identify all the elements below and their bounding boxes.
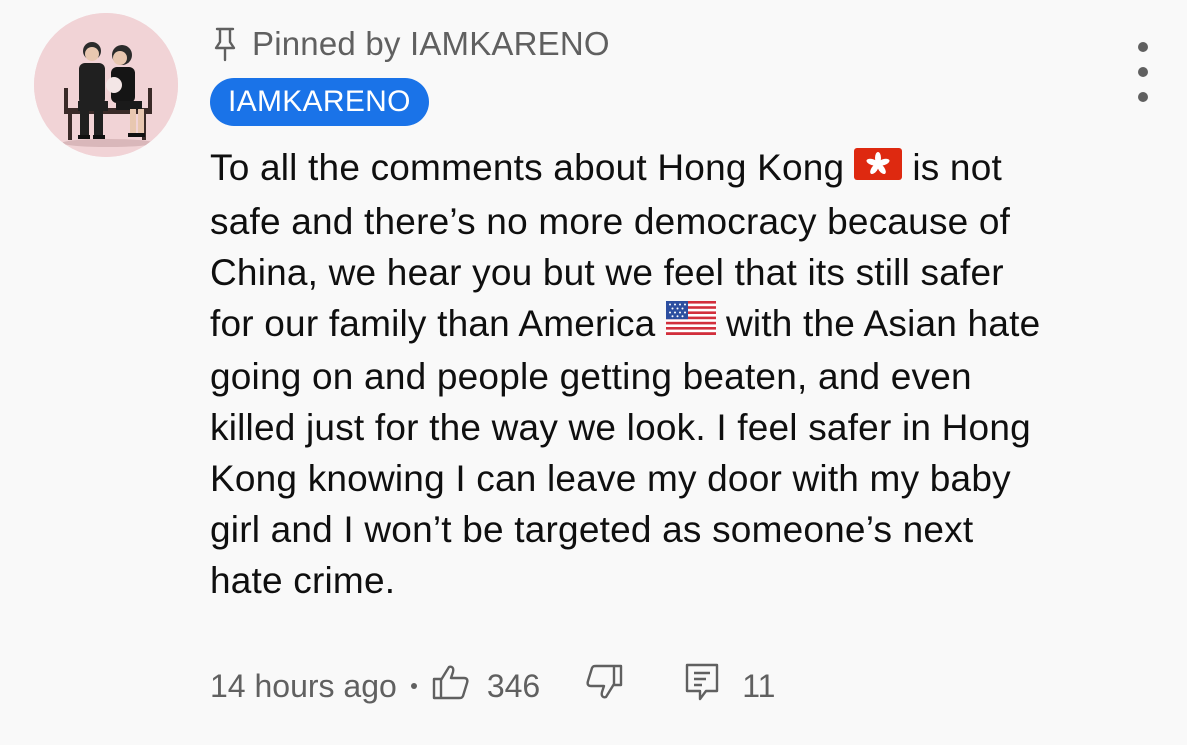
menu-dot [1138, 92, 1148, 102]
menu-dot [1138, 42, 1148, 52]
comment-text: To all the comments about Hong Kong is no… [210, 142, 1050, 606]
pinned-indicator: Pinned by IAMKARENO [210, 22, 1110, 66]
comment-text-part-1: To all the comments about Hong Kong [210, 147, 845, 188]
us-flag-icon [665, 297, 716, 348]
like-count: 346 [486, 667, 541, 704]
more-vertical-icon[interactable] [1128, 42, 1158, 102]
comment-text-part-3: with the Asian hate going on and people … [210, 302, 1041, 602]
thumbs-down-icon [584, 663, 624, 709]
comment-body: Pinned by IAMKARENO IAMKARENO To all the… [210, 22, 1110, 606]
comment-timestamp: 14 hours ago [210, 667, 397, 704]
dislike-button[interactable] [584, 663, 624, 709]
reply-icon [684, 662, 720, 710]
hong-kong-flag-icon [854, 142, 903, 193]
comment-actions: 14 hours ago 346 11 [210, 662, 775, 710]
avatar[interactable] [34, 13, 178, 157]
like-button[interactable]: 346 [431, 663, 540, 709]
reply-count: 11 [742, 667, 776, 704]
comment-thread: Pinned by IAMKARENO IAMKARENO To all the… [0, 0, 1187, 745]
thumbs-up-icon [431, 663, 471, 709]
pin-icon [210, 25, 240, 63]
author-name-chip[interactable]: IAMKARENO [210, 78, 429, 126]
pinned-label: Pinned by IAMKARENO [252, 25, 610, 62]
separator-dot [410, 683, 417, 689]
reply-button[interactable]: 11 [684, 662, 775, 710]
menu-dot [1138, 67, 1148, 77]
avatar-illustration [34, 13, 178, 157]
